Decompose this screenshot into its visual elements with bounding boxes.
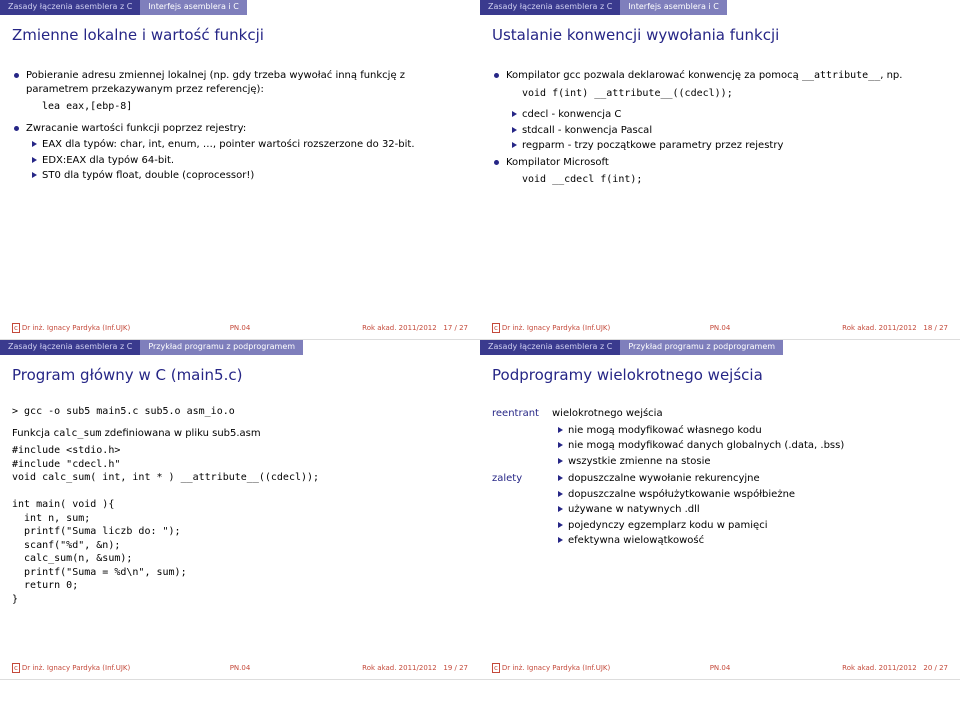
code-block: #include <stdio.h> #include "cdecl.h" vo… bbox=[12, 444, 468, 606]
nav-subsection: Przykład programu z podprogramem bbox=[620, 340, 783, 355]
list-item: wszystkie zmienne na stosie bbox=[568, 455, 948, 469]
footer-term: Rok akad. 2011/2012 bbox=[362, 664, 437, 672]
footer-mid: PN.04 bbox=[644, 664, 796, 673]
footer-mid: PN.04 bbox=[164, 664, 316, 673]
footer-term: Rok akad. 2011/2012 bbox=[842, 324, 917, 332]
copyright-icon: c bbox=[492, 663, 500, 673]
page-title: Zmienne lokalne i wartość funkcji bbox=[12, 25, 468, 45]
slide-20: Zasady łączenia asemblera z C Przykład p… bbox=[480, 340, 960, 680]
page-title: Podprogramy wielokrotnego wejścia bbox=[492, 365, 948, 385]
list-item: regparm - trzy początkowe parametry prze… bbox=[522, 139, 948, 153]
slide-18: Zasady łączenia asemblera z C Interfejs … bbox=[480, 0, 960, 340]
page-number: 20 / 27 bbox=[923, 664, 948, 672]
text: Kompilator Microsoft bbox=[506, 157, 609, 168]
page-number: 18 / 27 bbox=[923, 324, 948, 332]
text: wielokrotnego wejścia bbox=[552, 408, 663, 419]
nav-section: Zasady łączenia asemblera z C bbox=[0, 0, 140, 15]
breadcrumb: Zasady łączenia asemblera z C Interfejs … bbox=[480, 0, 960, 15]
code-line: lea eax,[ebp-8] bbox=[42, 100, 468, 114]
code-line: void f(int) __attribute__((cdecl)); bbox=[522, 87, 948, 101]
footer-term: Rok akad. 2011/2012 bbox=[842, 664, 917, 672]
footer-author: Dr inż. Ignacy Pardyka (Inf.UJK) bbox=[502, 324, 610, 332]
page-number: 19 / 27 bbox=[443, 664, 468, 672]
text: Zwracanie wartości funkcji poprzez rejes… bbox=[26, 123, 246, 134]
copyright-icon: c bbox=[12, 663, 20, 673]
list-item: Pobieranie adresu zmiennej lokalnej (np.… bbox=[26, 69, 468, 114]
text: Pobieranie adresu zmiennej lokalnej (np.… bbox=[26, 70, 405, 95]
list-item: cdecl - konwencja C bbox=[522, 108, 948, 122]
nav-subsection: Interfejs asemblera i C bbox=[140, 0, 247, 15]
text: Funkcja bbox=[12, 428, 53, 439]
slide-footer: cDr inż. Ignacy Pardyka (Inf.UJK) PN.04 … bbox=[492, 320, 948, 335]
list-item: Zwracanie wartości funkcji poprzez rejes… bbox=[26, 122, 468, 183]
term-zalety: zalety bbox=[492, 472, 522, 486]
list-item: nie mogą modyfikować danych globalnych (… bbox=[568, 439, 948, 453]
slide-17: Zasady łączenia asemblera z C Interfejs … bbox=[0, 0, 480, 340]
copyright-icon: c bbox=[492, 323, 500, 333]
page-number: 17 / 27 bbox=[443, 324, 468, 332]
text: Funkcja calc_sum zdefiniowana w pliku su… bbox=[12, 427, 468, 441]
shell-command: > gcc -o sub5 main5.c sub5.o asm_io.o bbox=[12, 405, 468, 419]
nav-subsection: Przykład programu z podprogramem bbox=[140, 340, 303, 355]
inline-code: __attribute__ bbox=[802, 70, 880, 81]
list-item: stdcall - konwencja Pascal bbox=[522, 124, 948, 138]
list-item: efektywna wielowątkowość bbox=[568, 534, 948, 548]
inline-code: calc_sum bbox=[53, 428, 101, 439]
footer-author: Dr inż. Ignacy Pardyka (Inf.UJK) bbox=[22, 664, 130, 672]
slide-19: Zasady łączenia asemblera z C Przykład p… bbox=[0, 340, 480, 680]
list-item: Kompilator gcc pozwala deklarować konwen… bbox=[506, 69, 948, 153]
definition: dopuszczalne wywołanie rekurencyjne dopu… bbox=[552, 472, 948, 548]
list-item: EAX dla typów: char, int, enum, …, point… bbox=[42, 138, 468, 152]
definition: wielokrotnego wejścia nie mogą modyfikow… bbox=[552, 407, 948, 468]
nav-section: Zasady łączenia asemblera z C bbox=[0, 340, 140, 355]
copyright-icon: c bbox=[12, 323, 20, 333]
term-reentrant: reentrant bbox=[492, 407, 539, 421]
list-item: pojedynczy egzemplarz kodu w pamięci bbox=[568, 519, 948, 533]
nav-section: Zasady łączenia asemblera z C bbox=[480, 340, 620, 355]
text: Kompilator gcc pozwala deklarować konwen… bbox=[506, 70, 802, 81]
nav-subsection: Interfejs asemblera i C bbox=[620, 0, 727, 15]
footer-mid: PN.04 bbox=[644, 324, 796, 333]
text: zdefiniowana w pliku sub5.asm bbox=[101, 428, 260, 439]
breadcrumb: Zasady łączenia asemblera z C Przykład p… bbox=[0, 340, 480, 355]
footer-term: Rok akad. 2011/2012 bbox=[362, 324, 437, 332]
list-item: nie mogą modyfikować własnego kodu bbox=[568, 424, 948, 438]
code-line: void __cdecl f(int); bbox=[522, 173, 948, 187]
footer-author: Dr inż. Ignacy Pardyka (Inf.UJK) bbox=[22, 324, 130, 332]
breadcrumb: Zasady łączenia asemblera z C Interfejs … bbox=[0, 0, 480, 15]
text: , np. bbox=[880, 70, 902, 81]
list-item: używane w natywnych .dll bbox=[568, 503, 948, 517]
list-item: dopuszczalne wywołanie rekurencyjne bbox=[568, 472, 948, 486]
slide-footer: cDr inż. Ignacy Pardyka (Inf.UJK) PN.04 … bbox=[12, 660, 468, 675]
footer-author: Dr inż. Ignacy Pardyka (Inf.UJK) bbox=[502, 664, 610, 672]
page-title: Program główny w C (main5.c) bbox=[12, 365, 468, 385]
breadcrumb: Zasady łączenia asemblera z C Przykład p… bbox=[480, 340, 960, 355]
list-item: dopuszczalne współużytkowanie współbieżn… bbox=[568, 488, 948, 502]
nav-section: Zasady łączenia asemblera z C bbox=[480, 0, 620, 15]
page-title: Ustalanie konwencji wywołania funkcji bbox=[492, 25, 948, 45]
list-item: ST0 dla typów float, double (coprocessor… bbox=[42, 169, 468, 183]
slide-footer: cDr inż. Ignacy Pardyka (Inf.UJK) PN.04 … bbox=[492, 660, 948, 675]
list-item: Kompilator Microsoft void __cdecl f(int)… bbox=[506, 156, 948, 187]
slide-footer: cDr inż. Ignacy Pardyka (Inf.UJK) PN.04 … bbox=[12, 320, 468, 335]
footer-mid: PN.04 bbox=[164, 324, 316, 333]
list-item: EDX:EAX dla typów 64-bit. bbox=[42, 154, 468, 168]
